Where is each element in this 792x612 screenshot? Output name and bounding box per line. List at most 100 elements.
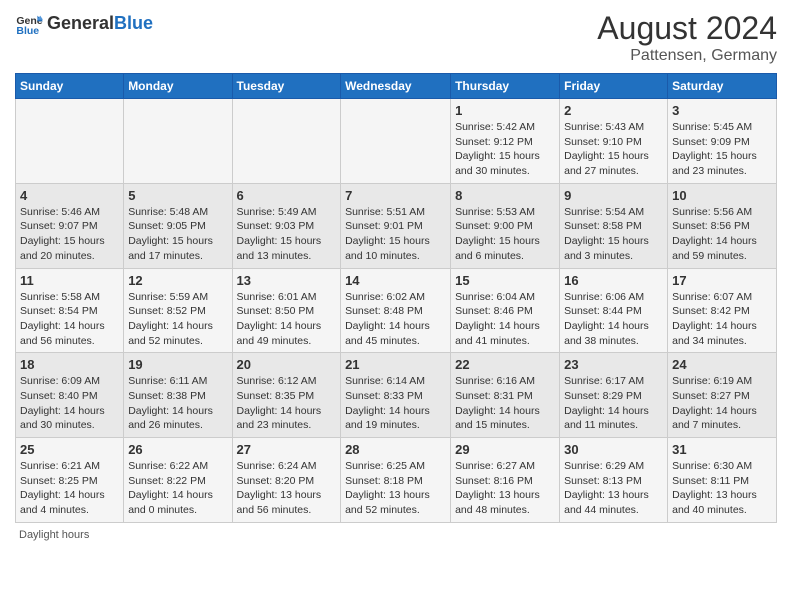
day-info: Sunrise: 5:59 AMSunset: 8:52 PMDaylight:… (128, 290, 227, 349)
calendar-cell: 9 Sunrise: 5:54 AMSunset: 8:58 PMDaylight… (560, 183, 668, 268)
day-info: Sunrise: 5:51 AMSunset: 9:01 PMDaylight:… (345, 205, 446, 264)
calendar-cell: 10 Sunrise: 5:56 AMSunset: 8:56 PMDayligh… (668, 183, 777, 268)
day-number: 22 (455, 357, 555, 372)
calendar-cell: 1 Sunrise: 5:42 AMSunset: 9:12 PMDaylight… (451, 99, 560, 184)
day-info: Sunrise: 5:54 AMSunset: 8:58 PMDaylight:… (564, 205, 663, 264)
calendar-cell: 26 Sunrise: 6:22 AMSunset: 8:22 PMDayligh… (124, 438, 232, 523)
day-info: Sunrise: 5:53 AMSunset: 9:00 PMDaylight:… (455, 205, 555, 264)
day-info: Sunrise: 6:27 AMSunset: 8:16 PMDaylight:… (455, 459, 555, 518)
calendar-week-row: 11 Sunrise: 5:58 AMSunset: 8:54 PMDayligh… (16, 268, 777, 353)
calendar-cell: 14Sunrise: 6:02 AMSunset: 8:48 PMDayligh… (341, 268, 451, 353)
calendar-cell: 8 Sunrise: 5:53 AMSunset: 9:00 PMDaylight… (451, 183, 560, 268)
day-info: Sunrise: 6:01 AMSunset: 8:50 PMDaylight:… (237, 290, 337, 349)
day-number: 15 (455, 273, 555, 288)
day-number: 31 (672, 442, 772, 457)
day-of-week-header: Wednesday (341, 74, 451, 99)
day-of-week-header: Tuesday (232, 74, 341, 99)
logo-icon: General Blue (15, 10, 43, 38)
calendar-cell: 29Sunrise: 6:27 AMSunset: 8:16 PMDayligh… (451, 438, 560, 523)
calendar-cell: 28 Sunrise: 6:25 AMSunset: 8:18 PMDayligh… (341, 438, 451, 523)
day-info: Sunrise: 5:49 AMSunset: 9:03 PMDaylight:… (237, 205, 337, 264)
calendar-cell: 27Sunrise: 6:24 AMSunset: 8:20 PMDayligh… (232, 438, 341, 523)
day-info: Sunrise: 5:42 AMSunset: 9:12 PMDaylight:… (455, 120, 555, 179)
day-info: Sunrise: 5:46 AMSunset: 9:07 PMDaylight:… (20, 205, 119, 264)
day-number: 14 (345, 273, 446, 288)
day-info: Sunrise: 5:58 AMSunset: 8:54 PMDaylight:… (20, 290, 119, 349)
calendar-cell: 15 Sunrise: 6:04 AMSunset: 8:46 PMDayligh… (451, 268, 560, 353)
day-info: Sunrise: 6:04 AMSunset: 8:46 PMDaylight:… (455, 290, 555, 349)
day-info: Sunrise: 6:12 AMSunset: 8:35 PMDaylight:… (237, 374, 337, 433)
day-number: 3 (672, 103, 772, 118)
page-title: August 2024 (597, 10, 777, 47)
footer: Daylight hours (15, 529, 777, 541)
calendar-cell (124, 99, 232, 184)
day-info: Sunrise: 6:16 AMSunset: 8:31 PMDaylight:… (455, 374, 555, 433)
day-number: 4 (20, 188, 119, 203)
calendar-cell: 25Sunrise: 6:21 AMSunset: 8:25 PMDayligh… (16, 438, 124, 523)
day-number: 13 (237, 273, 337, 288)
calendar-cell: 23 Sunrise: 6:17 AMSunset: 8:29 PMDayligh… (560, 353, 668, 438)
calendar-cell (341, 99, 451, 184)
day-of-week-header: Monday (124, 74, 232, 99)
calendar-cell: 3Sunrise: 5:45 AMSunset: 9:09 PMDaylight… (668, 99, 777, 184)
day-number: 25 (20, 442, 119, 457)
calendar-cell: 16Sunrise: 6:06 AMSunset: 8:44 PMDayligh… (560, 268, 668, 353)
calendar-header-row: SundayMondayTuesdayWednesdayThursdayFrid… (16, 74, 777, 99)
day-info: Sunrise: 6:11 AMSunset: 8:38 PMDaylight:… (128, 374, 227, 433)
day-info: Sunrise: 5:43 AMSunset: 9:10 PMDaylight:… (564, 120, 663, 179)
day-number: 27 (237, 442, 337, 457)
title-block: August 2024 Pattensen, Germany (597, 10, 777, 65)
day-number: 21 (345, 357, 446, 372)
day-info: Sunrise: 6:30 AMSunset: 8:11 PMDaylight:… (672, 459, 772, 518)
day-number: 30 (564, 442, 663, 457)
day-of-week-header: Saturday (668, 74, 777, 99)
calendar-cell: 21 Sunrise: 6:14 AMSunset: 8:33 PMDayligh… (341, 353, 451, 438)
day-number: 20 (237, 357, 337, 372)
day-info: Sunrise: 6:17 AMSunset: 8:29 PMDaylight:… (564, 374, 663, 433)
calendar-cell: 4 Sunrise: 5:46 AMSunset: 9:07 PMDaylight… (16, 183, 124, 268)
calendar-table: SundayMondayTuesdayWednesdayThursdayFrid… (15, 73, 777, 523)
day-of-week-header: Friday (560, 74, 668, 99)
logo-general: General (47, 13, 114, 33)
day-number: 17 (672, 273, 772, 288)
calendar-cell: 17Sunrise: 6:07 AMSunset: 8:42 PMDayligh… (668, 268, 777, 353)
day-number: 16 (564, 273, 663, 288)
calendar-cell: 30Sunrise: 6:29 AMSunset: 8:13 PMDayligh… (560, 438, 668, 523)
page-subtitle: Pattensen, Germany (597, 47, 777, 65)
day-number: 12 (128, 273, 227, 288)
day-number: 18 (20, 357, 119, 372)
day-info: Sunrise: 6:14 AMSunset: 8:33 PMDaylight:… (345, 374, 446, 433)
day-of-week-header: Thursday (451, 74, 560, 99)
day-number: 9 (564, 188, 663, 203)
day-number: 24 (672, 357, 772, 372)
calendar-cell: 7 Sunrise: 5:51 AMSunset: 9:01 PMDaylight… (341, 183, 451, 268)
day-info: Sunrise: 5:48 AMSunset: 9:05 PMDaylight:… (128, 205, 227, 264)
day-number: 28 (345, 442, 446, 457)
day-info: Sunrise: 6:19 AMSunset: 8:27 PMDaylight:… (672, 374, 772, 433)
day-number: 2 (564, 103, 663, 118)
logo-blue: Blue (114, 13, 153, 33)
calendar-cell: 20 Sunrise: 6:12 AMSunset: 8:35 PMDayligh… (232, 353, 341, 438)
calendar-cell: 6 Sunrise: 5:49 AMSunset: 9:03 PMDaylight… (232, 183, 341, 268)
daylight-hours-label: Daylight hours (19, 529, 89, 541)
day-number: 23 (564, 357, 663, 372)
day-number: 10 (672, 188, 772, 203)
day-info: Sunrise: 6:22 AMSunset: 8:22 PMDaylight:… (128, 459, 227, 518)
logo-text-block: GeneralBlue (47, 14, 153, 34)
calendar-cell: 13 Sunrise: 6:01 AMSunset: 8:50 PMDayligh… (232, 268, 341, 353)
calendar-week-row: 1 Sunrise: 5:42 AMSunset: 9:12 PMDaylight… (16, 99, 777, 184)
logo: General Blue GeneralBlue (15, 10, 153, 38)
day-number: 19 (128, 357, 227, 372)
calendar-cell: 31 Sunrise: 6:30 AMSunset: 8:11 PMDayligh… (668, 438, 777, 523)
day-info: Sunrise: 6:25 AMSunset: 8:18 PMDaylight:… (345, 459, 446, 518)
day-info: Sunrise: 5:56 AMSunset: 8:56 PMDaylight:… (672, 205, 772, 264)
day-number: 1 (455, 103, 555, 118)
day-number: 11 (20, 273, 119, 288)
calendar-cell: 5Sunrise: 5:48 AMSunset: 9:05 PMDaylight… (124, 183, 232, 268)
day-number: 7 (345, 188, 446, 203)
calendar-week-row: 18Sunrise: 6:09 AMSunset: 8:40 PMDayligh… (16, 353, 777, 438)
day-number: 26 (128, 442, 227, 457)
day-number: 8 (455, 188, 555, 203)
day-number: 6 (237, 188, 337, 203)
day-of-week-header: Sunday (16, 74, 124, 99)
